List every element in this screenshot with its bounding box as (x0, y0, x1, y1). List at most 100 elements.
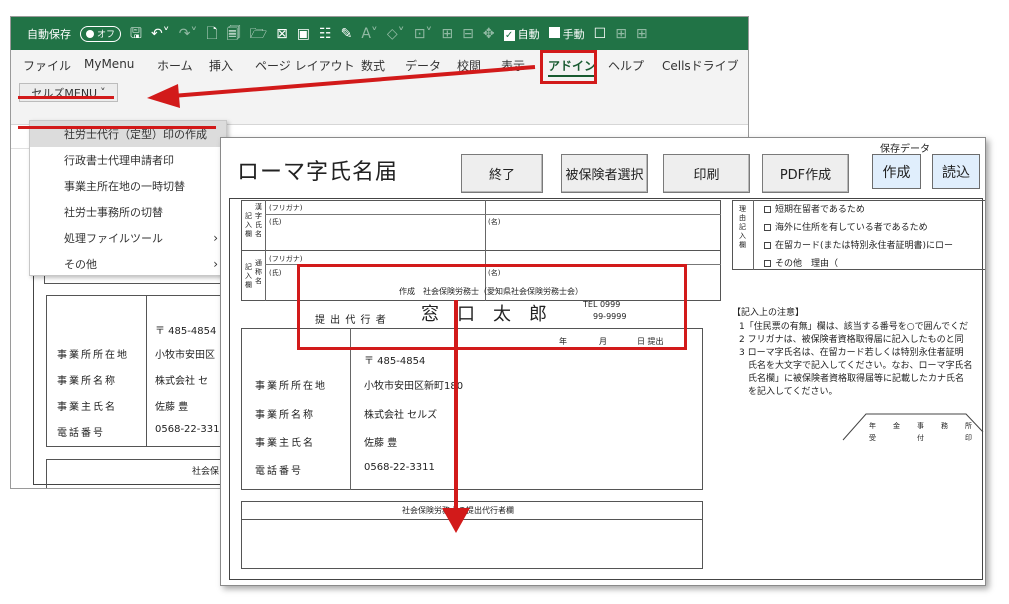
divider (265, 214, 721, 215)
font-color-icon[interactable]: A˅ (361, 27, 378, 41)
menu-item-admin-scrivener-stamp[interactable]: 行政書士代理申請者印 (30, 147, 226, 173)
notes-line: 氏名を大文字で記入してください。なお、ローマ字氏名 (739, 361, 973, 371)
employer-box-left: 〒 485-4854 事業所所在地 小牧市安田区 事業所名称 株式会社 セ 事業… (46, 295, 231, 447)
tab-page-layout[interactable]: ページ レイアウト (255, 57, 355, 74)
tool-icon[interactable]: ✥ (483, 27, 495, 41)
menu-item-file-tools[interactable]: 処理ファイルツール › (30, 225, 226, 251)
checkbox-checked-icon: ✓ (503, 29, 515, 41)
ribbon-body: セルズMENU ˅ (11, 80, 748, 125)
fill-color-icon[interactable]: ◇˅ (387, 27, 405, 41)
divider (146, 296, 147, 446)
grid-icon-2[interactable]: ⊞ (636, 27, 648, 41)
menu-item-label: 事業主所在地の一時切替 (64, 180, 185, 193)
save-load-button[interactable]: 読込 (932, 154, 980, 189)
field-label: 事業所名称 (57, 376, 117, 387)
employer-field-value: 佐藤 豊 (364, 438, 398, 449)
menu-item-label: 処理ファイルツール (64, 232, 163, 245)
manual-calc-checkbox[interactable]: 手動 (548, 26, 585, 42)
chevron-right-icon: › (213, 231, 218, 245)
open-folder-icon[interactable]: 🗁 (250, 27, 267, 41)
pension-office-char: 受 (869, 434, 876, 442)
sr-agent-box-left: 社会保 (46, 459, 231, 488)
menu-item-other[interactable]: その他 › (30, 251, 226, 277)
quick-access-toolbar: 自動保存 オフ 🖫 ↶˅ ↷˅ 🗋 🗐 🗁 ⊠ ▣ ☷ ✎ A˅ ◇˅ ⊡˅ ⊞… (11, 17, 748, 50)
sheet-icon[interactable]: ▣ (297, 27, 310, 41)
calculator-icon[interactable]: ⊠ (276, 27, 288, 41)
employer-field-label: 電話番号 (255, 466, 303, 477)
tab-review[interactable]: 校閲 (457, 57, 481, 74)
print-button[interactable]: 印刷 (663, 154, 750, 193)
tab-view[interactable]: 表示 (501, 57, 525, 74)
undo-icon[interactable]: ↶˅ (151, 27, 170, 41)
divider (753, 200, 754, 270)
new-file-icon[interactable]: 🗋 (206, 27, 217, 41)
menu-item-sr-stamp[interactable]: 社労士代行（定型）印の作成 (30, 121, 226, 147)
save-icon[interactable]: 🖫 (130, 27, 142, 41)
auto-calc-checkbox[interactable]: ✓ 自動 (503, 26, 540, 42)
merge-icon[interactable]: ⊞ (441, 27, 453, 41)
cells-menu-button[interactable]: セルズMENU ˅ (19, 83, 118, 102)
furigana-label: (フリガナ) (269, 204, 303, 212)
employer-postal: 〒 485-4854 (364, 356, 426, 367)
tab-help[interactable]: ヘルプ (608, 57, 644, 74)
menu-item-office-switch[interactable]: 社労士事務所の切替 (30, 199, 226, 225)
postal-code: 〒 485-4854 (155, 326, 217, 337)
notes-line: 氏名欄」に被保険者資格取得届等に記載したカナ氏名 (739, 374, 965, 384)
surname-label: (氏) (269, 269, 282, 277)
employer-field-value: 小牧市安田区新町180 (364, 381, 464, 392)
tab-formulas[interactable]: 数式 (361, 57, 385, 74)
copy-file-icon[interactable]: 🗐 (227, 27, 241, 41)
autosave-label: 自動保存 (27, 27, 71, 41)
notes-line: 1「住民票の有無」欄は、該当する番号を○で囲んでくだ (739, 322, 969, 332)
furigana-label: (フリガナ) (269, 255, 303, 263)
reason-vertical-label: 理由記入欄 (739, 205, 746, 249)
underline-cells-menu (18, 96, 114, 99)
checkbox-icon[interactable] (764, 206, 771, 213)
tab-cells-drive[interactable]: Cellsドライブ (662, 57, 739, 74)
name-block-vertical-label: 漢字氏名 (255, 203, 262, 238)
field-value: 小牧市安田区 (155, 350, 215, 361)
underline-menu-item (18, 126, 216, 129)
given-name-label: (名) (488, 218, 501, 226)
tab-mymenu[interactable]: MyMenu (84, 57, 134, 71)
pension-office-char: 金 (893, 422, 900, 430)
divider (350, 328, 351, 490)
checkbox-icon[interactable] (764, 224, 771, 231)
checkbox-icon[interactable] (764, 242, 771, 249)
tab-insert[interactable]: 挿入 (209, 57, 233, 74)
pdf-create-button[interactable]: PDF作成 (762, 154, 849, 193)
divider (241, 250, 721, 251)
tab-home[interactable]: ホーム (157, 57, 193, 74)
tab-data[interactable]: データ (405, 57, 441, 74)
name-block-vertical-label: 記入欄 (245, 212, 252, 238)
window-icon[interactable]: ☐ (594, 27, 607, 41)
manual-calc-label: 手動 (562, 27, 585, 41)
pension-office-char: 付 (917, 434, 924, 442)
checkbox-icon[interactable] (764, 260, 771, 267)
notes-line: 2 フリガナは、被保険者資格取得届に記入したものと同 (739, 335, 964, 345)
tab-file[interactable]: ファイル (23, 57, 71, 74)
surname-label: (氏) (269, 218, 282, 226)
save-create-button[interactable]: 作成 (872, 154, 921, 189)
employer-field-value: 0568-22-3311 (364, 462, 435, 473)
menu-item-address-switch[interactable]: 事業主所在地の一時切替 (30, 173, 226, 199)
select-insured-button[interactable]: 被保険者選択 (561, 154, 648, 193)
autosave-toggle[interactable]: オフ (80, 25, 122, 42)
reason-item: その他 理由（ (764, 256, 838, 269)
form-icon[interactable]: ☷ (319, 27, 332, 41)
pension-office-char: 務 (941, 422, 948, 430)
menu-item-label: 行政書士代理申請者印 (64, 154, 174, 167)
chevron-right-icon: › (213, 257, 218, 271)
redo-icon[interactable]: ↷˅ (179, 27, 198, 41)
split-icon[interactable]: ⊟ (462, 27, 474, 41)
end-button[interactable]: 終了 (461, 154, 543, 193)
sr-agent-section-title: 社会保険労務士の提出代行者欄 (402, 506, 514, 515)
field-value: 株式会社 セ (155, 376, 209, 387)
grid-icon[interactable]: ⊞ (615, 27, 627, 41)
border-icon[interactable]: ⊡˅ (414, 27, 433, 41)
brush-icon[interactable]: ✎ (341, 27, 353, 41)
employer-field-label: 事業所所在地 (255, 381, 327, 392)
pension-office-char: 事 (917, 422, 924, 430)
employer-field-value: 株式会社 セルズ (364, 410, 438, 421)
divider (265, 200, 266, 301)
